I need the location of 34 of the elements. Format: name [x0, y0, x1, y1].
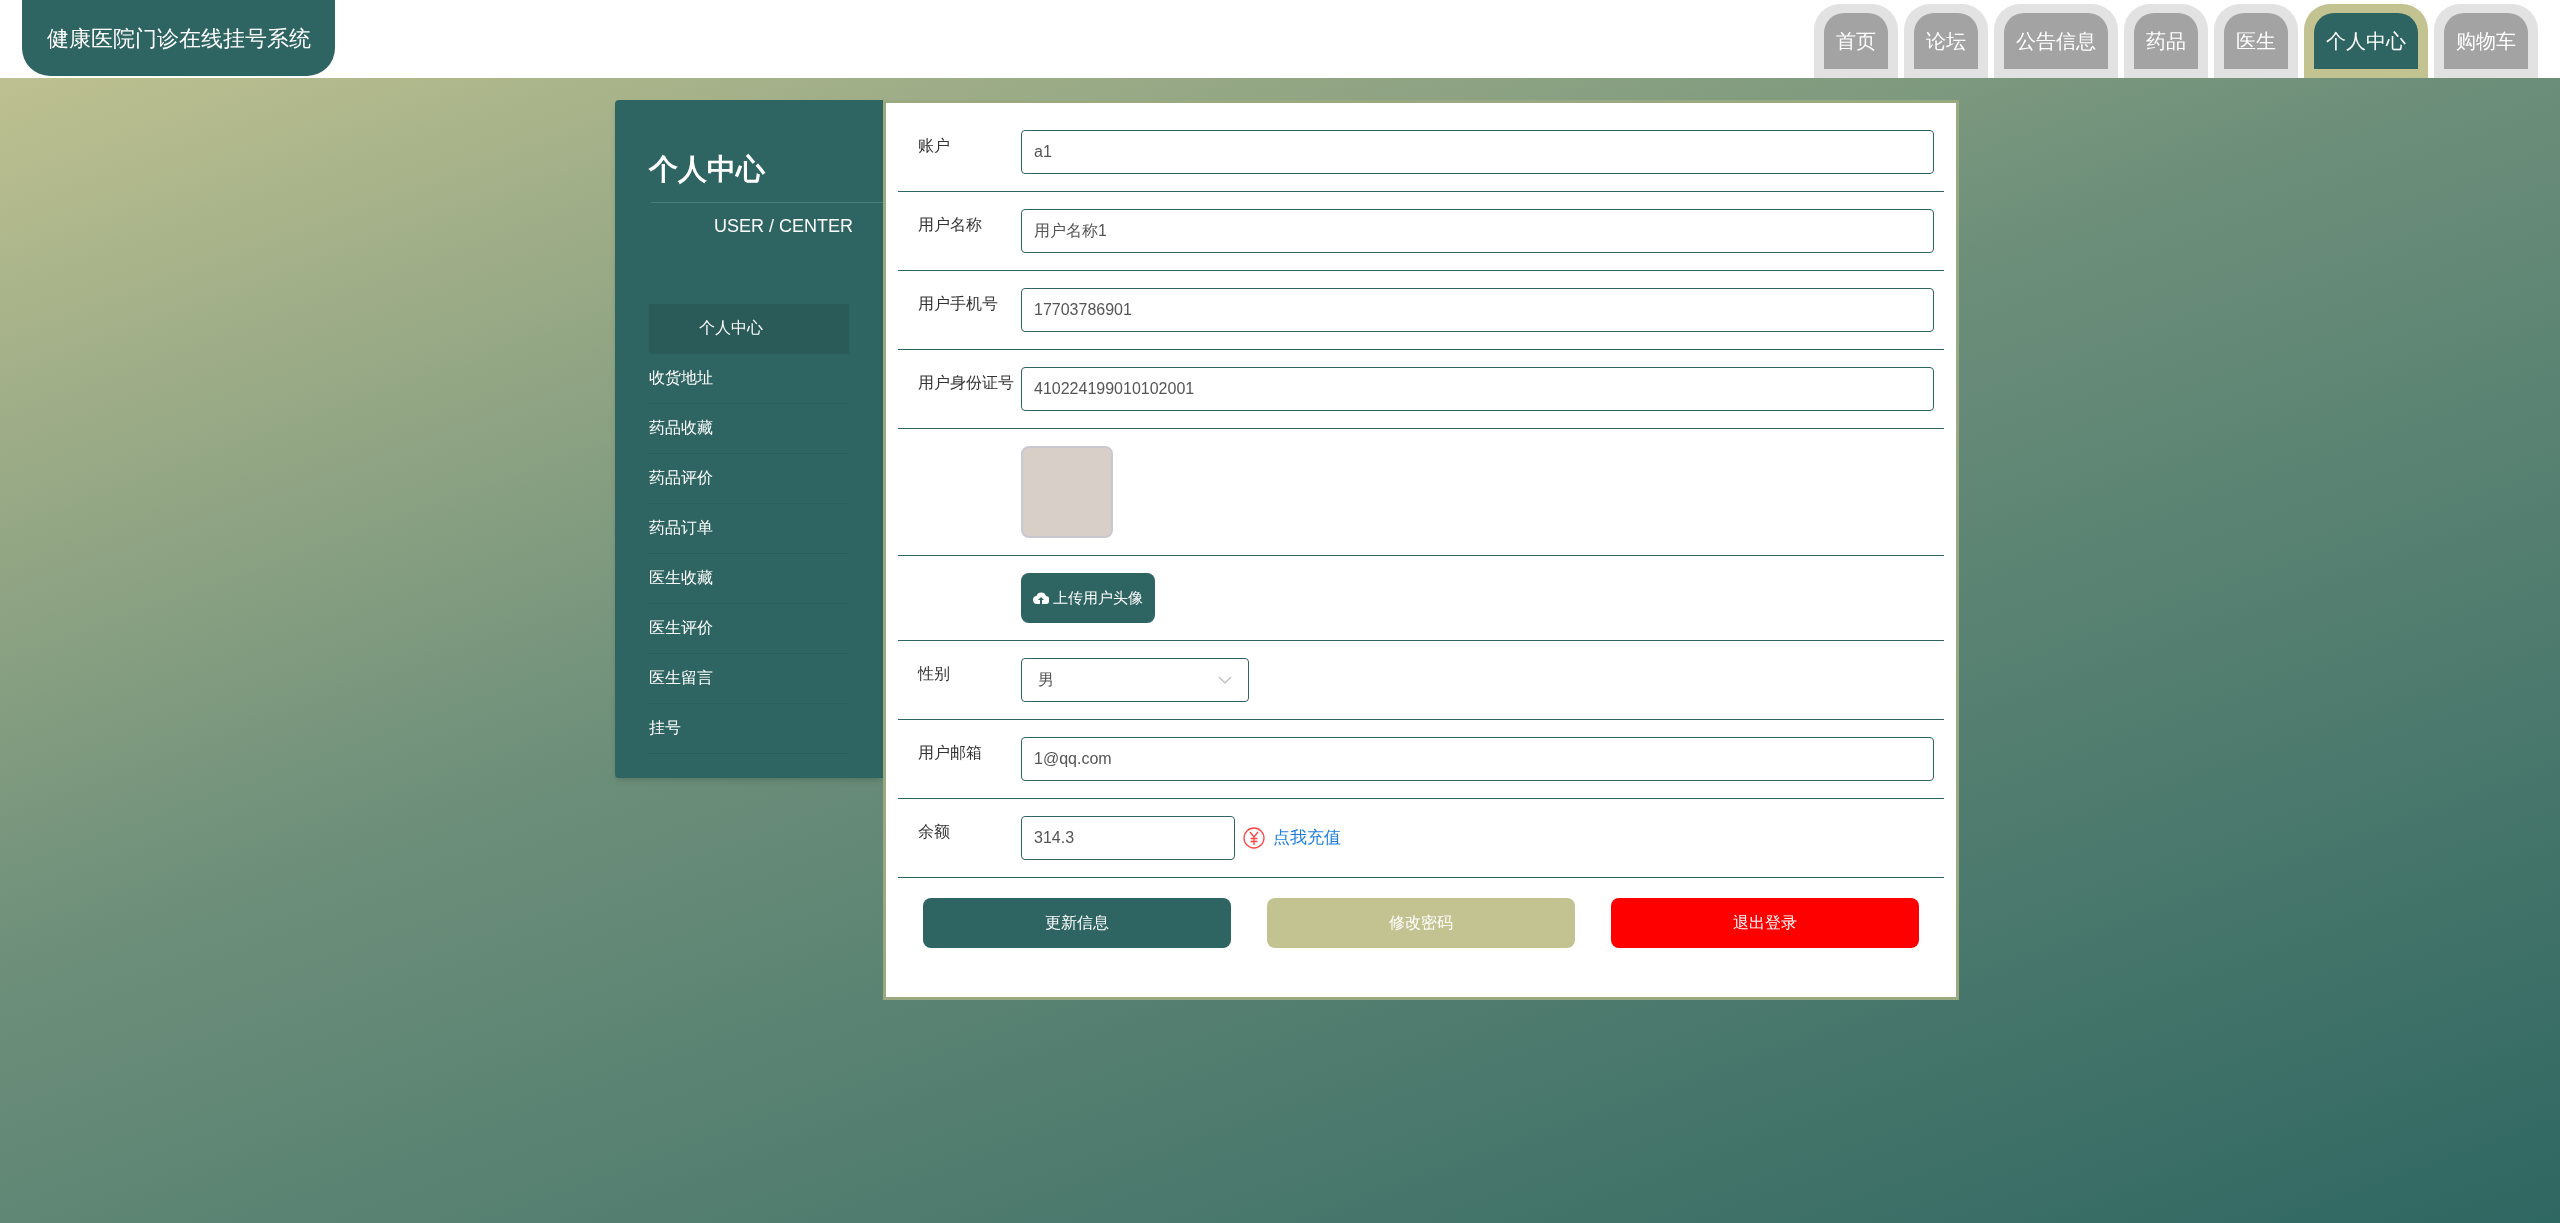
field-label: 用户邮箱	[918, 744, 982, 761]
text-field[interactable]: 用户名称1	[1021, 209, 1934, 253]
sidebar-item[interactable]: 收货地址	[649, 353, 849, 404]
sidebar-item[interactable]: 药品订单	[649, 503, 849, 554]
site-title: 健康医院门诊在线挂号系统	[22, 0, 335, 76]
text-field[interactable]: 410224199010102001	[1021, 367, 1934, 411]
sidebar-subtitle: USER / CENTER	[713, 214, 853, 238]
sidebar-item[interactable]: 药品评价	[649, 453, 849, 504]
upload-button[interactable]: 上传用户头像	[1021, 573, 1155, 623]
text-field[interactable]: a1	[1021, 130, 1934, 174]
sidebar-item[interactable]: 药品收藏	[649, 403, 849, 454]
nav-tab[interactable]: 个人中心	[2314, 13, 2418, 69]
field-label: 用户身份证号	[918, 374, 1014, 391]
field-label: 账户	[918, 137, 950, 154]
chevron-down-icon	[1218, 676, 1232, 684]
sidebar-item[interactable]: 医生评价	[649, 603, 849, 654]
sidebar-item[interactable]: 医生留言	[649, 653, 849, 704]
field-label: 用户手机号	[918, 295, 998, 312]
sidebar-title: 个人中心	[649, 152, 766, 187]
recharge-link[interactable]: 点我充值	[1273, 825, 1341, 851]
field-label: 用户名称	[918, 216, 982, 233]
form-button[interactable]: 更新信息	[923, 898, 1231, 948]
balance-field[interactable]: 314.3	[1021, 816, 1235, 860]
sidebar-item[interactable]: 医生收藏	[649, 553, 849, 604]
sidebar-item[interactable]: 挂号	[649, 703, 849, 754]
field-label: 性别	[918, 665, 950, 682]
sidebar-item[interactable]: 个人中心	[649, 303, 849, 354]
field-label: 余额	[918, 823, 950, 840]
form-button[interactable]: 退出登录	[1611, 898, 1919, 948]
text-field[interactable]: 1@qq.com	[1021, 737, 1934, 781]
gender-select[interactable]: 男	[1021, 658, 1249, 702]
cloud-upload-icon	[1033, 592, 1049, 604]
text-field[interactable]: 17703786901	[1021, 288, 1934, 332]
yen-icon	[1243, 827, 1265, 849]
